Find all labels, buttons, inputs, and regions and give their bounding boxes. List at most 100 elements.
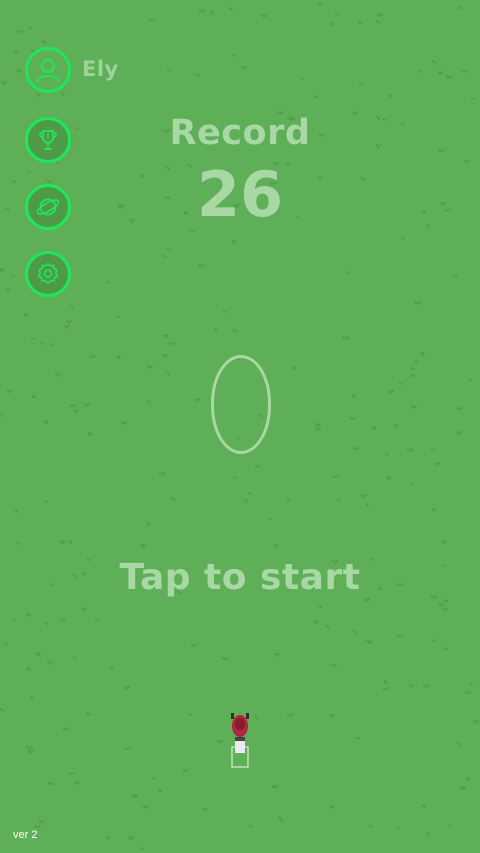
grass-tuft: [345, 271, 349, 274]
grass-tuft: [229, 7, 233, 11]
grass-tuft: [369, 825, 373, 828]
grass-tuft: [318, 2, 322, 5]
grass-tuft: [147, 522, 151, 525]
grass-tuft: [383, 687, 389, 690]
grass-tuft: [274, 653, 280, 657]
grass-tuft: [337, 499, 341, 502]
grass-tuft: [471, 97, 475, 100]
grass-tuft: [210, 11, 214, 15]
grass-tuft: [84, 403, 90, 407]
tap-to-start-prompt[interactable]: Tap to start: [0, 557, 480, 598]
grass-tuft: [35, 652, 41, 656]
grass-tuft: [117, 315, 121, 318]
gear-icon: [37, 262, 59, 284]
grass-tuft: [35, 825, 41, 828]
record-label: Record: [169, 113, 311, 153]
grass-tuft: [159, 472, 165, 475]
lawn-mower-player: [231, 713, 249, 768]
grass-tuft: [243, 499, 249, 503]
grass-tuft: [45, 622, 49, 626]
grass-tuft: [466, 777, 470, 781]
grass-tuft: [147, 365, 153, 369]
grass-tuft: [27, 613, 31, 617]
grass-tuft: [125, 747, 131, 750]
grass-tuft: [60, 618, 66, 622]
grass-tuft: [377, 13, 383, 17]
grass-tuft: [280, 819, 284, 822]
grass-tuft: [69, 772, 75, 775]
grass-tuft: [110, 667, 114, 670]
settings-button[interactable]: [25, 251, 71, 297]
grass-tuft: [223, 310, 227, 313]
grass-tuft: [333, 475, 339, 478]
grass-tuft: [255, 716, 259, 720]
grass-tuft: [41, 342, 45, 345]
grass-tuft: [422, 804, 426, 808]
grass-tuft: [456, 431, 462, 435]
grass-tuft: [444, 647, 448, 650]
grass-tuft: [292, 366, 296, 369]
grass-tuft: [70, 404, 76, 407]
grass-tuft: [331, 664, 337, 667]
grass-tuft: [350, 417, 356, 420]
grass-tuft: [278, 816, 282, 819]
grass-tuft: [44, 420, 48, 424]
grass-tuft: [42, 40, 46, 44]
grass-tuft: [318, 605, 322, 608]
record-value: 26: [196, 158, 284, 231]
grass-tuft: [4, 642, 8, 645]
grass-tuft: [388, 390, 394, 394]
grass-tuft: [287, 497, 291, 501]
grass-tuft: [203, 808, 209, 811]
grass-tuft: [343, 336, 349, 340]
grass-tuft: [432, 639, 436, 643]
grass-tuft: [90, 355, 96, 358]
grass-tuft: [241, 66, 247, 69]
grass-tuft: [132, 794, 138, 798]
grass-tuft: [188, 713, 192, 716]
grass-tuft: [456, 407, 462, 410]
grass-tuft: [158, 789, 162, 792]
grass-tuft: [272, 785, 278, 789]
grass-tuft: [199, 9, 205, 13]
grass-tuft: [222, 657, 228, 660]
grass-tuft: [124, 686, 130, 690]
grass-tuft: [122, 421, 128, 425]
grass-tuft: [465, 691, 471, 694]
grass-tuft: [17, 542, 21, 545]
grass-tuft: [11, 274, 15, 277]
grass-tuft: [269, 518, 273, 521]
grass-tuft: [27, 667, 31, 671]
grass-tuft: [152, 777, 156, 780]
grass-tuft: [24, 313, 28, 317]
grass-tuft: [48, 782, 54, 785]
grass-tuft: [5, 288, 11, 292]
grass-tuft: [395, 424, 399, 427]
grass-tuft: [88, 432, 92, 436]
grass-tuft: [462, 70, 468, 73]
grass-tuft: [195, 398, 201, 402]
grass-tuft: [365, 503, 369, 507]
profile-button[interactable]: [25, 47, 71, 93]
grass-tuft: [261, 14, 267, 18]
version-label: ver 2: [13, 829, 38, 841]
grass-tuft: [249, 825, 253, 828]
grass-tuft: [396, 827, 400, 830]
grass-tuft: [17, 69, 21, 73]
grass-tuft: [0, 268, 4, 272]
grass-tuft: [191, 644, 197, 647]
grass-tuft: [117, 355, 121, 359]
grass-tuft: [232, 240, 236, 243]
grass-tuft: [407, 448, 413, 452]
grass-tuft: [167, 248, 171, 251]
grass-tuft: [469, 378, 473, 381]
grass-tuft: [183, 769, 189, 772]
grass-tuft: [460, 786, 466, 790]
grass-tuft: [411, 367, 415, 370]
grass-tuft: [27, 746, 33, 750]
grass-tuft: [166, 372, 170, 376]
grass-tuft: [36, 93, 40, 97]
grass-tuft: [232, 54, 236, 57]
grass-tuft: [75, 781, 81, 785]
grass-tuft: [28, 750, 34, 754]
